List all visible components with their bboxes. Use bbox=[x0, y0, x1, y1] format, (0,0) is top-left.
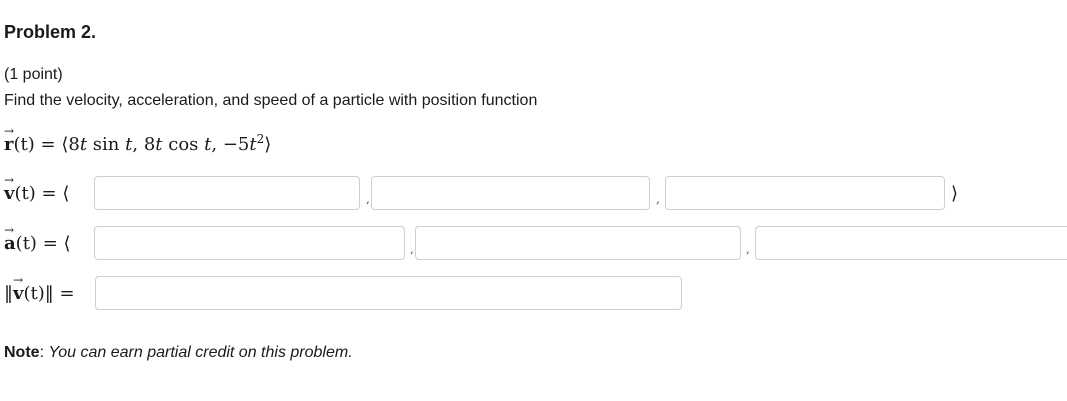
acceleration-open-bracket: ⟨ bbox=[63, 233, 71, 254]
acceleration-vector-symbol: a bbox=[4, 223, 16, 254]
acceleration-comma-1: , bbox=[410, 242, 414, 256]
position-c2-var: t bbox=[155, 134, 163, 155]
speed-equals: = bbox=[59, 283, 75, 304]
speed-vector-symbol: v bbox=[13, 273, 24, 304]
position-c3-var: t bbox=[249, 134, 257, 155]
problem-prompt: Find the velocity, acceleration, and spe… bbox=[4, 92, 538, 109]
position-c3-coef: −5 bbox=[222, 134, 250, 155]
velocity-y-input[interactable] bbox=[371, 176, 650, 210]
position-sep1: , bbox=[132, 134, 139, 155]
acceleration-row: a(t) = ⟨ , , bbox=[4, 223, 1067, 262]
note-label: Note bbox=[4, 344, 40, 361]
speed-norm-open: ‖ bbox=[4, 283, 13, 304]
acceleration-equals: = bbox=[42, 233, 58, 254]
velocity-z-input[interactable] bbox=[665, 176, 945, 210]
position-c2-fn: cos bbox=[168, 134, 199, 155]
velocity-equals: = bbox=[41, 183, 57, 204]
position-c1-coef: 8 bbox=[68, 134, 80, 155]
velocity-close-bracket: ⟩ bbox=[951, 183, 959, 204]
note-text: You can earn partial credit on this prob… bbox=[48, 344, 353, 361]
acceleration-arg: (t) bbox=[15, 233, 37, 254]
note-colon: : bbox=[39, 344, 45, 361]
position-close-bracket: ⟩ bbox=[264, 134, 272, 155]
partial-credit-note: Note: You can earn partial credit on thi… bbox=[4, 344, 353, 362]
velocity-row: v(t) = ⟨ , , ⟩ bbox=[4, 173, 1004, 212]
velocity-comma-1: , bbox=[366, 192, 370, 206]
velocity-vector-symbol: v bbox=[4, 173, 15, 204]
acceleration-y-input[interactable] bbox=[415, 226, 741, 260]
position-c2-coef: 8 bbox=[143, 134, 156, 155]
acceleration-z-input[interactable] bbox=[755, 226, 1067, 260]
position-vector-symbol: r bbox=[4, 124, 15, 155]
velocity-label: v(t) = ⟨ bbox=[4, 173, 70, 204]
velocity-comma-2: , bbox=[656, 192, 660, 206]
speed-norm-close: ‖ bbox=[44, 283, 54, 304]
speed-label: ‖v(t)‖ = bbox=[4, 273, 75, 304]
speed-input[interactable] bbox=[95, 276, 682, 310]
velocity-open-bracket: ⟨ bbox=[62, 183, 70, 204]
position-c1-var: t bbox=[79, 134, 88, 155]
problem-title: Problem 2. bbox=[4, 22, 97, 42]
acceleration-label: a(t) = ⟨ bbox=[4, 223, 71, 254]
position-function: r(t) = ⟨8t sin t, 8t cos t, −5t2⟩ bbox=[4, 124, 272, 155]
acceleration-x-input[interactable] bbox=[94, 226, 405, 260]
position-c1-fn: sin bbox=[92, 134, 120, 155]
position-equals: = bbox=[40, 134, 56, 155]
speed-row: ‖v(t)‖ = bbox=[4, 273, 704, 312]
problem-points: (1 point) bbox=[4, 66, 63, 83]
velocity-x-input[interactable] bbox=[94, 176, 360, 210]
velocity-arg: (t) bbox=[14, 183, 36, 204]
acceleration-comma-2: , bbox=[746, 242, 750, 256]
speed-arg: (t) bbox=[23, 283, 45, 304]
position-sep2: , bbox=[211, 134, 218, 155]
position-arg: (t) bbox=[13, 134, 35, 155]
